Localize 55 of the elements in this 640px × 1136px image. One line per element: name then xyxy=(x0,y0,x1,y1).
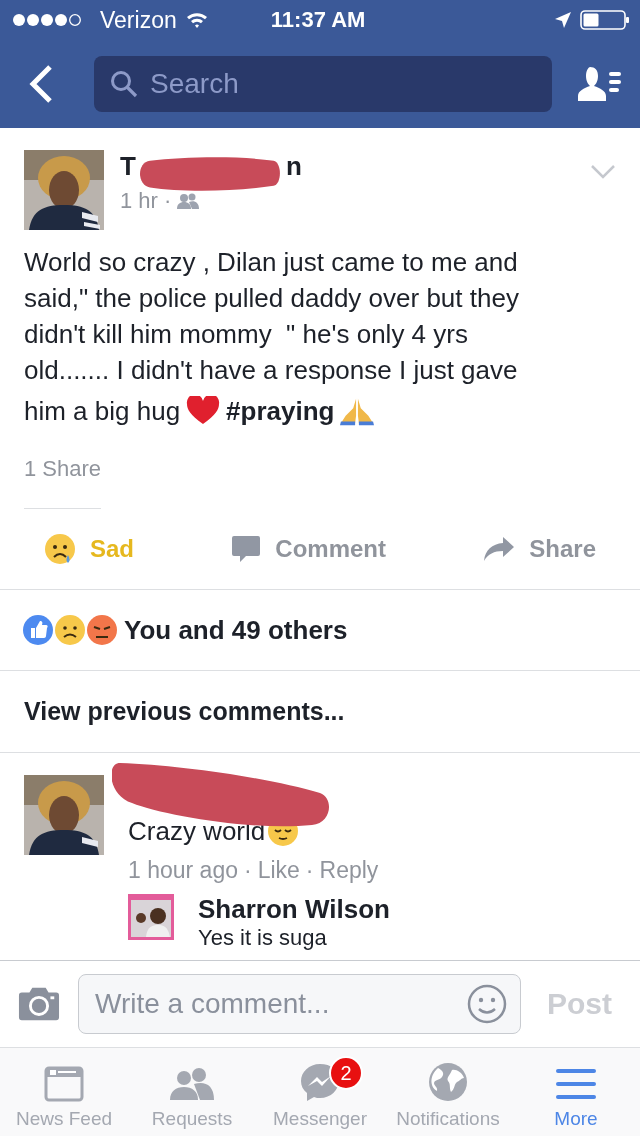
friends-icon xyxy=(177,193,200,209)
globe-icon xyxy=(428,1062,468,1102)
share-arrow-icon xyxy=(483,535,516,563)
speech-bubble-icon xyxy=(231,534,262,564)
sad-face-icon xyxy=(44,533,76,565)
clock-time: 11:37 AM xyxy=(270,7,366,33)
post-text-line: didn't kill him mommy " he's only 4 yrs xyxy=(24,318,468,351)
share-count[interactable]: 1 Share xyxy=(24,456,102,509)
smiley-icon[interactable] xyxy=(467,984,507,1024)
tab[interactable]: Notifications xyxy=(384,1048,512,1136)
carrier-name: Verizon xyxy=(100,6,177,34)
reply-author[interactable]: Sharron Wilson xyxy=(198,894,390,925)
separator-dot: · xyxy=(163,188,172,214)
tab[interactable]: Requests xyxy=(128,1048,256,1136)
friends-list-button[interactable] xyxy=(576,64,622,104)
post-text-line: him a big hug xyxy=(24,395,181,428)
notification-badge: 2 xyxy=(329,1056,363,1090)
hashtag-link[interactable]: #praying xyxy=(226,393,335,429)
post-text-line: World so crazy , Dilan just came to me and xyxy=(24,246,518,279)
post-text-line: old....... I didn't have a response I just gave xyxy=(24,354,518,387)
separator-dot: · xyxy=(305,857,314,884)
author-name[interactable]: T xyxy=(120,150,136,182)
post-text-line: said," the police pulled daddy over but they xyxy=(24,282,519,315)
comment-action-link[interactable]: Like xyxy=(257,857,300,884)
reactions-summary[interactable]: You and 49 others xyxy=(124,614,348,646)
reply-text: Yes it is suga xyxy=(198,925,328,951)
comment-action-link[interactable]: Reply xyxy=(319,857,379,884)
chevron-down-icon[interactable] xyxy=(590,164,616,180)
search-field[interactable]: Search xyxy=(94,56,552,112)
wifi-icon xyxy=(184,11,209,29)
menu-icon xyxy=(555,1066,597,1102)
post-time: 1 hr xyxy=(120,188,158,214)
camera-icon[interactable] xyxy=(18,986,60,1022)
battery-icon xyxy=(580,9,630,31)
comment-field[interactable]: Write a comment... xyxy=(78,974,521,1034)
author-name[interactable]: n xyxy=(285,150,302,182)
location-arrow-icon xyxy=(554,11,572,29)
comment-text: Crazy world xyxy=(128,815,266,847)
angry-face-icon xyxy=(86,614,118,646)
separator-dot: · xyxy=(244,857,252,884)
search-icon xyxy=(110,70,138,98)
heart-icon xyxy=(186,396,221,426)
comment-time: 1 hour ago xyxy=(128,857,238,884)
back-button[interactable] xyxy=(28,64,54,104)
sad-button[interactable]: Sad xyxy=(44,533,134,565)
view-previous-comments-link[interactable]: View previous comments... xyxy=(0,670,640,753)
newspaper-icon xyxy=(44,1066,84,1102)
sad-face-icon xyxy=(54,614,86,646)
tab[interactable]: 2 Messenger xyxy=(256,1048,384,1136)
comment-button[interactable]: Comment xyxy=(231,534,386,564)
like-icon xyxy=(22,614,54,646)
tab[interactable]: News Feed xyxy=(0,1048,128,1136)
tab[interactable]: More xyxy=(512,1048,640,1136)
share-button[interactable]: Share xyxy=(483,535,596,563)
friends-icon xyxy=(170,1066,214,1102)
